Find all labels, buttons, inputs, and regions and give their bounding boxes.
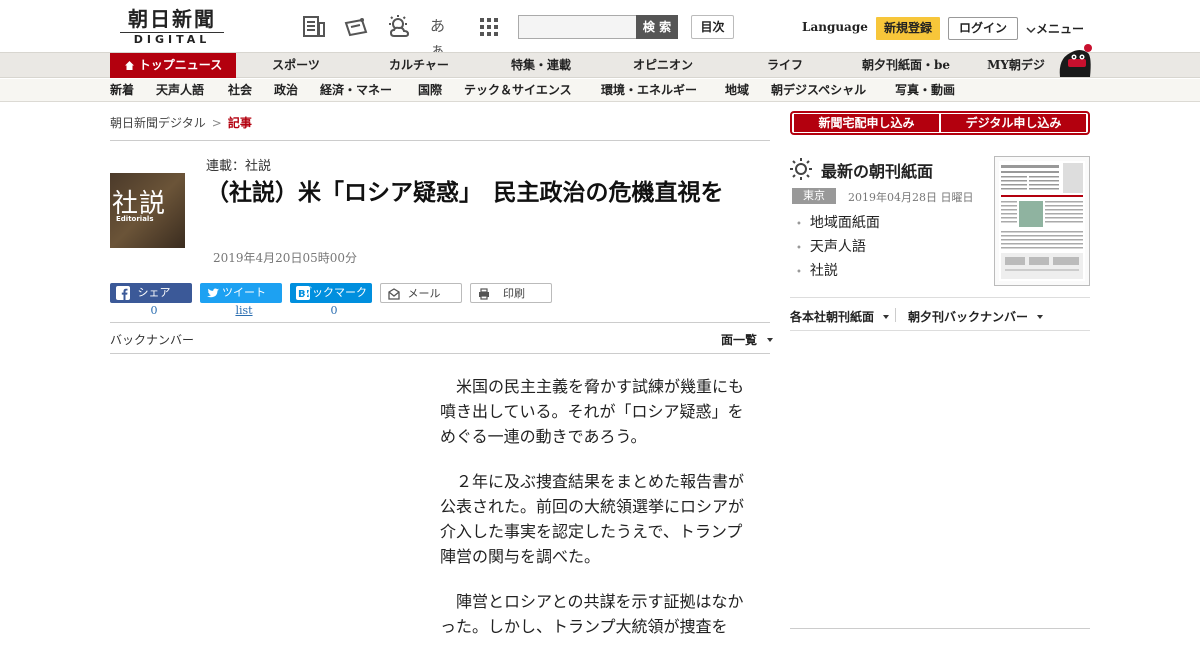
edition-link-regional[interactable]: 地域面紙面 [796,212,880,236]
apps-grid-icon[interactable] [476,14,502,40]
divider [790,297,1090,298]
subscribe-digital-button[interactable]: デジタル申し込み [941,114,1086,132]
nav-international[interactable]: 国際 [418,79,442,101]
register-button[interactable]: 新規登録 [876,17,940,40]
mascot-icon [1059,44,1092,77]
site-logo[interactable]: 朝日新聞 DIGITAL [114,8,230,48]
twitter-share-label: ツイート [222,286,266,299]
mail-share-label: メール [407,287,441,300]
print-label: 印刷 [503,287,525,300]
back-numbers-label: バックナンバー [110,333,195,347]
caret-down-icon [883,315,890,319]
caret-down-icon [1037,315,1044,319]
edition-link-tensei-jingo[interactable]: 天声人語 [796,236,880,260]
nav-economy[interactable]: 経済・マネー [320,79,392,101]
publish-date: 2019年4月20日05時00分 [213,251,357,265]
hatena-bookmark-count: 0 [330,304,338,317]
nav-top-news[interactable]: トップニュース [110,53,236,78]
breadcrumb-current: 記事 [227,116,252,130]
page-list-toggle[interactable]: 面一覧 [721,331,775,348]
back-numbers-link[interactable]: 朝夕刊バックナンバー [908,308,1045,325]
subscribe-box: 新聞宅配申し込み デジタル申し込み [790,111,1090,135]
search-input[interactable] [518,15,638,39]
nav-society[interactable]: 社会 [228,79,252,101]
twitter-share-button[interactable]: ツイート [200,283,282,303]
home-icon [124,61,134,70]
sun-icon [790,158,812,180]
facebook-share-button[interactable]: シェア [110,283,192,303]
divider [110,322,770,323]
nav-features[interactable]: 特集・連載 [500,53,582,78]
breadcrumb-home[interactable]: 朝日新聞デジタル [110,116,206,130]
font-size-icon[interactable]: あぁ [430,14,456,59]
menu-button-label: メニュー [1036,22,1085,36]
nav-top-news-label: トップニュース [138,58,223,72]
nav-tensei-jingo[interactable]: 天声人語 [156,79,204,101]
series-label[interactable]: 連載：社説 [206,155,271,174]
search-button[interactable]: 検 索 [636,15,678,39]
article-body: 米国の民主主義を脅かす試練が幾重にも噴き出している。それが「ロシア疑惑」をめぐる… [440,374,750,659]
nav-life[interactable]: ライフ [745,53,825,78]
newspaper-thumbnail[interactable] [994,156,1090,286]
nav-latest[interactable]: 新着 [110,79,134,101]
breadcrumb-separator: > [211,116,222,130]
editorial-thumbnail: 社説 Editorials [110,173,185,248]
divider [895,308,896,322]
caret-down-icon [767,338,774,342]
editorial-thumbnail-en: Editorials [116,215,154,223]
nav-my-asadigi[interactable]: MY朝デジ [980,53,1052,78]
edition-date: 2019年04月28日 日曜日 [848,191,974,204]
nav-region[interactable]: 地域 [725,79,749,101]
edition-link-editorial[interactable]: 社説 [796,260,880,284]
breadcrumb: 朝日新聞デジタル > 記事 [110,114,252,131]
newspaper-icon[interactable] [301,14,327,40]
nav-environment[interactable]: 環境・エネルギー [601,79,697,101]
menu-button[interactable]: メニュー [1026,20,1084,37]
chevron-down-icon [1026,26,1036,33]
latest-edition-title: 最新の朝刊紙面 [821,162,934,181]
back-numbers-link-label: 朝夕刊バックナンバー [908,310,1029,324]
login-button[interactable]: ログイン [948,17,1018,40]
weather-icon[interactable] [386,14,412,40]
facebook-share-label: シェア [137,286,171,299]
hatena-bookmark-button[interactable]: B! ブックマーク [290,283,372,303]
divider [110,140,770,141]
nav-sports[interactable]: スポーツ [256,53,336,78]
nav-special[interactable]: 朝デジスペシャル [771,79,866,101]
divider [110,353,770,354]
primary-nav: トップニュース スポーツ カルチャー 特集・連載 オピニオン ライフ 朝夕刊紙面… [0,52,1200,78]
language-link[interactable]: Language [802,20,868,34]
nav-tech-science[interactable]: テック＆サイエンス [464,79,572,101]
facebook-share-count: 0 [150,304,158,317]
hatena-bookmark-label: ブックマーク [301,286,367,299]
print-button[interactable]: 印刷 [470,283,552,303]
secondary-nav: 新着 天声人語 社会 政治 経済・マネー 国際 テック＆サイエンス 環境・エネル… [0,79,1200,102]
nav-opinion[interactable]: オピニオン [622,53,704,78]
article-paragraph: 陣営とロシアとの共謀を示す証拠はなかった。しかし、トランプ大統領が捜査を [440,592,744,636]
article-paragraph: 米国の民主主義を脅かす試練が幾重にも噴き出している。それが「ロシア疑惑」をめぐる… [440,377,745,446]
regional-editions-link[interactable]: 各本社朝刊紙面 [790,308,891,325]
newspaper-preview-image [999,161,1085,281]
regional-editions-label: 各本社朝刊紙面 [790,310,875,324]
subscribe-paper-button[interactable]: 新聞宅配申し込み [794,114,939,132]
contents-button[interactable]: 目次 [691,15,734,39]
logo-english: DIGITAL [133,33,211,46]
mail-share-button[interactable]: メール [380,283,462,303]
page-list-toggle-label: 面一覧 [721,333,758,347]
divider [790,628,1090,629]
article-paragraph: ２年に及ぶ捜査結果をまとめた報告書が公表された。前回の大統領選挙にロシアが介入し… [440,472,745,566]
divider [790,330,1090,331]
twitter-share-count[interactable]: list [203,304,285,317]
nav-print-edition[interactable]: 朝夕刊紙面・be [856,53,956,78]
coupon-icon[interactable] [343,14,369,40]
edition-links: 地域面紙面 天声人語 社説 [796,212,880,284]
logo-japanese: 朝日新聞 [128,7,216,31]
region-badge: 東京 [792,188,836,204]
article-title: （社説）米「ロシア疑惑」 民主政治の危機直視を [206,179,724,206]
nav-culture[interactable]: カルチャー [378,53,460,78]
nav-photo-video[interactable]: 写真・動画 [895,79,955,101]
nav-politics[interactable]: 政治 [274,79,298,101]
site-header: 朝日新聞 DIGITAL あぁ 検 索 目次 Language 新規登録 ログイ… [0,0,1200,59]
